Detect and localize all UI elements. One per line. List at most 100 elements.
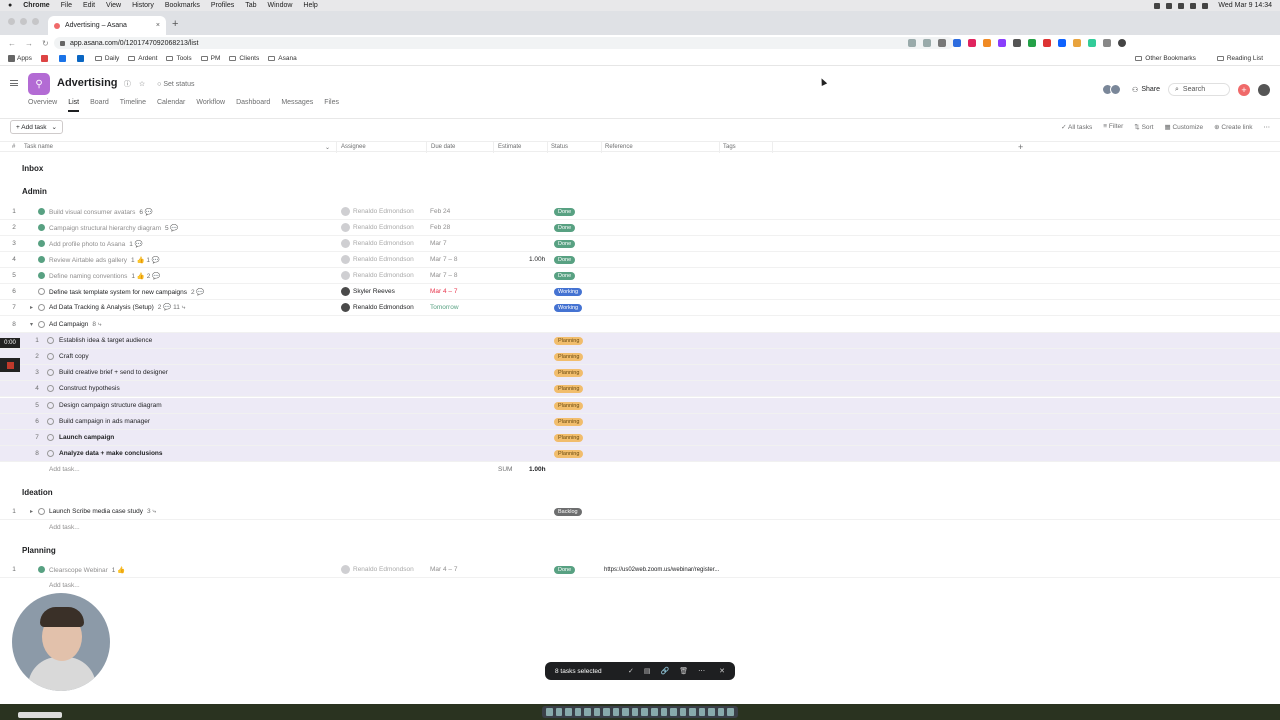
assignee-cell[interactable]: Renaldo Edmondson bbox=[341, 271, 414, 280]
status-badge[interactable]: Planning bbox=[554, 449, 584, 458]
add-task-button[interactable]: + Add task ⌄ bbox=[10, 120, 63, 134]
extension-icon[interactable] bbox=[998, 39, 1006, 47]
subtask-name[interactable]: Analyze data + make conclusions bbox=[59, 450, 163, 457]
col-status[interactable]: Status bbox=[551, 144, 568, 150]
extension-icon[interactable] bbox=[1013, 39, 1021, 47]
dock-app-icon[interactable] bbox=[698, 708, 706, 716]
col-assignee[interactable]: Assignee bbox=[341, 144, 366, 150]
bookmark-ardent[interactable]: Ardent bbox=[128, 55, 157, 62]
due-date[interactable]: Feb 24 bbox=[430, 208, 450, 215]
menu-history[interactable]: History bbox=[132, 2, 154, 9]
complete-checkbox-icon[interactable] bbox=[38, 272, 45, 279]
expand-caret-icon[interactable]: ▸ bbox=[30, 304, 33, 311]
wifi-icon[interactable] bbox=[1190, 2, 1197, 9]
menu-window[interactable]: Window bbox=[268, 2, 293, 9]
tab-overview[interactable]: Overview bbox=[28, 99, 57, 112]
table-row[interactable]: 7 ▸ Ad Data Tracking & Analysis (Setup) 2 💬… bbox=[0, 300, 1280, 316]
task-name[interactable]: Add profile photo to Asana 1 💬 bbox=[49, 240, 143, 248]
due-date[interactable]: Tomorrow bbox=[430, 304, 459, 311]
tab-timeline[interactable]: Timeline bbox=[120, 99, 146, 112]
col-tags[interactable]: Tags bbox=[723, 144, 736, 150]
subtask-row[interactable]: 8 Analyze data + make conclusions Planning bbox=[0, 446, 1280, 462]
bookmark-daily[interactable]: Daily bbox=[94, 55, 119, 62]
complete-icon[interactable]: ✓ bbox=[628, 667, 634, 675]
chevron-down-icon[interactable]: ⌄ bbox=[325, 144, 330, 151]
close-icon[interactable]: ✕ bbox=[719, 667, 725, 675]
back-icon[interactable]: ← bbox=[8, 39, 16, 48]
table-row[interactable]: 8 ▾ Ad Campaign 8 ⤷ bbox=[0, 317, 1280, 333]
dock-app-icon[interactable] bbox=[622, 708, 629, 716]
complete-checkbox-icon[interactable] bbox=[38, 224, 45, 231]
control-center-icon[interactable] bbox=[1202, 2, 1209, 9]
chevron-down-icon[interactable]: ⌄ bbox=[110, 80, 116, 88]
address-bar[interactable]: app.asana.com/0/1201747092068213/list bbox=[54, 37, 954, 49]
table-row[interactable]: 6 Define task template system for new cam… bbox=[0, 284, 1280, 300]
info-icon[interactable]: ⓘ bbox=[124, 79, 131, 89]
complete-checkbox-icon[interactable] bbox=[47, 402, 54, 409]
task-name[interactable]: Define naming conventions 1 👍 2 💬 bbox=[49, 272, 160, 280]
extension-icon[interactable] bbox=[1043, 39, 1051, 47]
complete-checkbox-icon[interactable] bbox=[38, 321, 45, 328]
table-row[interactable]: 4 Review Airtable ads gallery 1 👍 1 💬 Renal… bbox=[0, 252, 1280, 268]
col-estimate[interactable]: Estimate bbox=[498, 144, 521, 150]
section-ideation[interactable]: Ideation bbox=[0, 488, 1280, 497]
tab-dashboard[interactable]: Dashboard bbox=[236, 99, 270, 112]
subtask-name[interactable]: Design campaign structure diagram bbox=[59, 402, 162, 409]
project-icon[interactable]: ⚲ bbox=[28, 73, 50, 95]
task-name[interactable]: Define task template system for new camp… bbox=[49, 288, 205, 296]
add-task-link[interactable]: Add task... bbox=[49, 466, 80, 473]
subtask-row[interactable]: 3 Build creative brief + send to designer… bbox=[0, 365, 1280, 381]
status-badge[interactable]: Done bbox=[554, 207, 576, 216]
status-badge[interactable]: Planning bbox=[554, 336, 584, 345]
task-name[interactable]: Launch Scribe media case study 3 ⤷ bbox=[49, 508, 156, 516]
task-name[interactable]: Clearscope Webinar 1 👍 bbox=[49, 566, 125, 574]
assignee-cell[interactable]: Renaldo Edmondson bbox=[341, 565, 414, 574]
status-icon[interactable] bbox=[1178, 2, 1185, 9]
dock-app-icon[interactable] bbox=[565, 708, 572, 716]
menu-profiles[interactable]: Profiles bbox=[211, 2, 234, 9]
table-row[interactable]: 3 Add profile photo to Asana 1 💬 Renaldo Ed… bbox=[0, 236, 1280, 252]
status-badge[interactable]: Done bbox=[554, 239, 576, 248]
extension-icon[interactable] bbox=[968, 39, 976, 47]
due-date[interactable]: Mar 7 – 8 bbox=[430, 256, 457, 263]
section-admin[interactable]: Admin bbox=[0, 187, 1280, 196]
more-icon[interactable]: ⋯ bbox=[698, 667, 705, 675]
dock-app-icon[interactable] bbox=[555, 708, 563, 716]
extensions-puzzle-icon[interactable] bbox=[1103, 39, 1111, 47]
bookmark-clients[interactable]: Clients bbox=[229, 55, 259, 62]
extension-icon[interactable] bbox=[1058, 39, 1066, 47]
task-name[interactable]: Review Airtable ads gallery 1 👍 1 💬 bbox=[49, 256, 160, 264]
estimate-value[interactable]: 1.00h bbox=[529, 256, 545, 263]
task-name[interactable]: Build visual consumer avatars 6 💬 bbox=[49, 208, 153, 216]
subtask-name[interactable]: Craft copy bbox=[59, 353, 89, 360]
bookmark-calendar[interactable] bbox=[58, 54, 68, 62]
customize-button[interactable]: ▦ Customize bbox=[1164, 123, 1203, 131]
add-task-link[interactable]: Add task... bbox=[49, 524, 80, 531]
reference-link[interactable]: https://us02web.zoom.us/webinar/register… bbox=[604, 567, 719, 573]
reload-icon[interactable]: ↻ bbox=[42, 39, 49, 48]
task-name[interactable]: Ad Campaign 8 ⤷ bbox=[49, 321, 101, 329]
status-badge[interactable]: Planning bbox=[554, 401, 584, 410]
subtask-row[interactable]: 7 Launch campaign Planning bbox=[0, 430, 1280, 446]
move-icon[interactable]: ▤ bbox=[644, 667, 651, 675]
table-row[interactable]: 1 ▸ Launch Scribe media case study 3 ⤷ Backl… bbox=[0, 504, 1280, 520]
dock-app-icon[interactable] bbox=[546, 708, 553, 716]
add-column-icon[interactable]: + bbox=[1018, 142, 1023, 152]
tab-board[interactable]: Board bbox=[90, 99, 109, 112]
complete-checkbox-icon[interactable] bbox=[38, 508, 45, 515]
col-due-date[interactable]: Due date bbox=[431, 144, 455, 150]
bookmark-gmail[interactable] bbox=[40, 54, 50, 62]
share-icon[interactable] bbox=[923, 39, 931, 47]
share-button[interactable]: ⚇ Share bbox=[1132, 86, 1160, 94]
zoom-window-icon[interactable] bbox=[32, 18, 39, 25]
menu-app-name[interactable]: Chrome bbox=[23, 2, 49, 9]
create-link-button[interactable]: ⊕ Create link bbox=[1214, 123, 1252, 131]
subtask-row[interactable]: 2 Craft copy Planning bbox=[0, 349, 1280, 365]
complete-checkbox-icon[interactable] bbox=[47, 450, 54, 457]
table-row[interactable]: 1 Clearscope Webinar 1 👍 Renaldo Edmondson M… bbox=[0, 562, 1280, 578]
subtask-row[interactable]: 5 Design campaign structure diagram Planni… bbox=[0, 398, 1280, 414]
menubar-clock[interactable]: Wed Mar 9 14:34 bbox=[1218, 2, 1272, 9]
subtask-row[interactable]: 1 Establish idea & target audience Plannin… bbox=[0, 333, 1280, 349]
status-badge[interactable]: Done bbox=[554, 565, 576, 574]
apple-icon[interactable]: ● bbox=[8, 2, 12, 9]
